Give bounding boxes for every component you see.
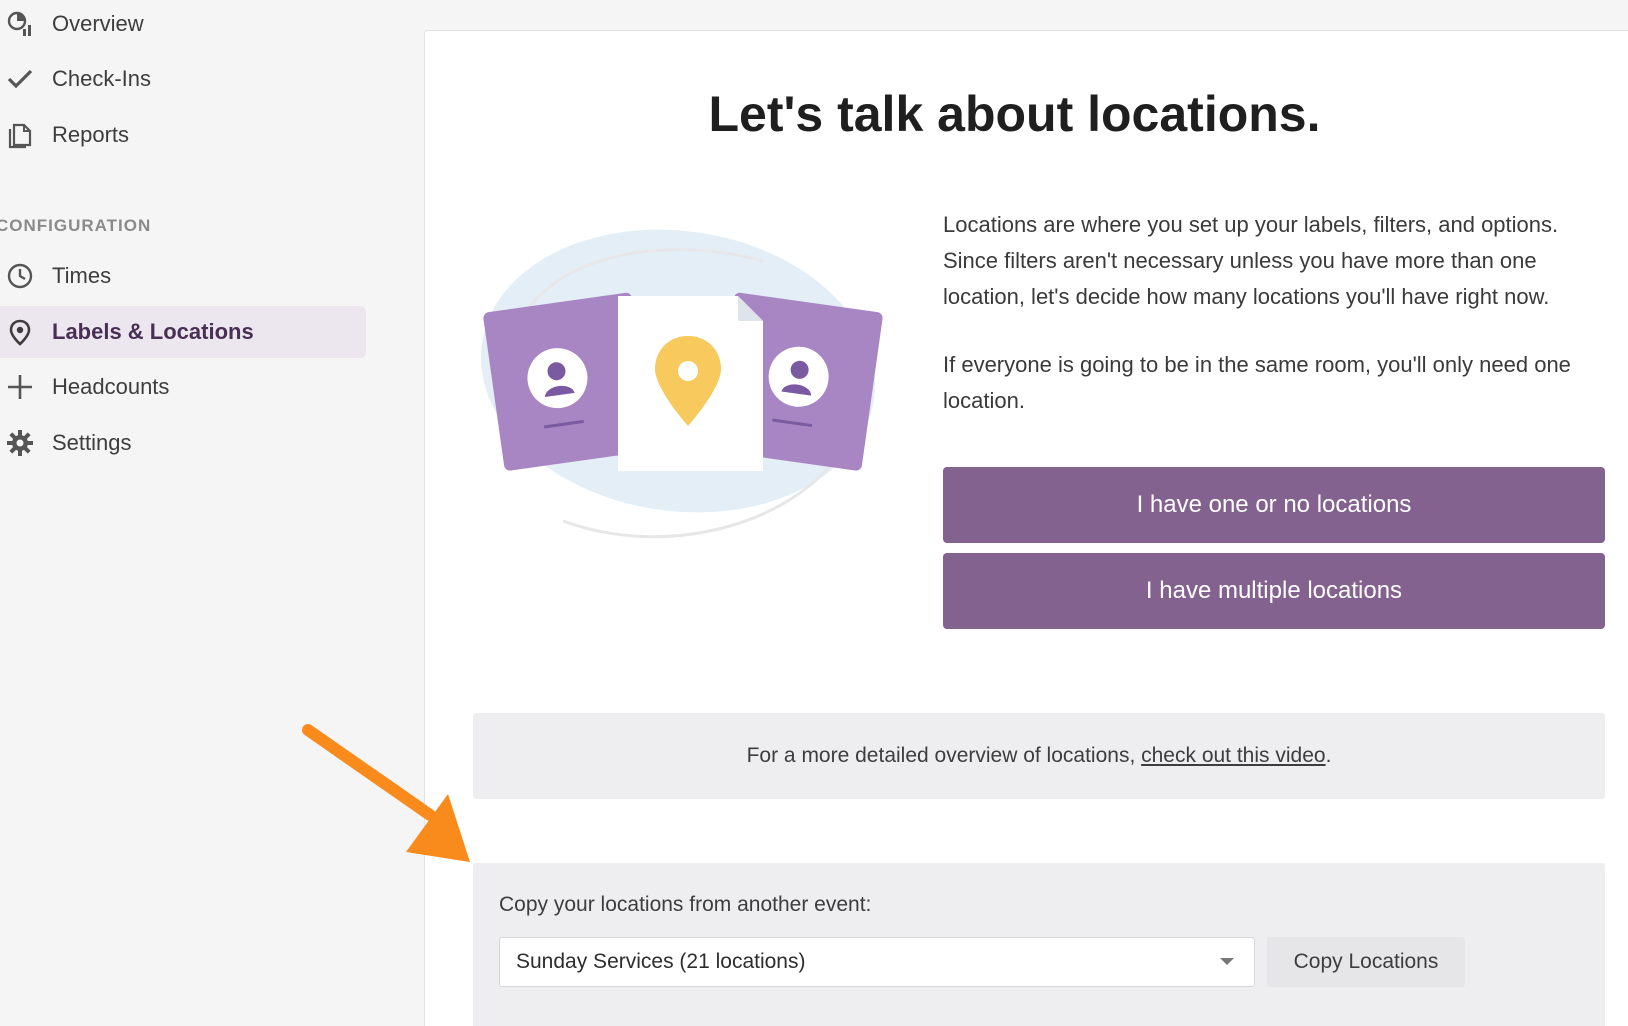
sidebar: Overview Check-Ins Reports CONFIGURATION… <box>0 0 410 1026</box>
locations-illustration-icon <box>480 229 883 539</box>
one-or-no-locations-button[interactable]: I have one or no locations <box>943 467 1605 543</box>
sidebar-item-label: Headcounts <box>52 374 170 399</box>
event-select-value: Sunday Services (21 locations) <box>516 950 806 973</box>
gear-icon <box>6 429 34 457</box>
event-select[interactable]: Sunday Services (21 locations) <box>499 937 1255 987</box>
info-text: For a more detailed overview of location… <box>746 744 1142 767</box>
main-panel: Let's talk about locations. Locations ar… <box>424 30 1628 1026</box>
video-link[interactable]: check out this video <box>1141 744 1325 768</box>
checkmark-icon <box>6 65 34 93</box>
sidebar-item-reports[interactable]: Reports <box>0 109 366 161</box>
plus-icon <box>6 373 34 401</box>
description-paragraph: Locations are where you set up your labe… <box>943 212 1559 309</box>
video-info-bar: For a more detailed overview of location… <box>473 713 1605 799</box>
sidebar-item-label: Settings <box>52 430 132 455</box>
annotation-arrow-icon <box>302 724 470 862</box>
multiple-locations-button[interactable]: I have multiple locations <box>943 553 1605 629</box>
description-paragraph: If everyone is going to be in the same r… <box>943 352 1571 413</box>
sidebar-item-check-ins[interactable]: Check-Ins <box>0 53 366 105</box>
description-text: Locations are where you set up your labe… <box>943 207 1603 419</box>
sidebar-item-times[interactable]: Times <box>0 250 366 302</box>
page-title: Let's talk about locations. <box>708 86 1321 142</box>
sidebar-item-label: Times <box>52 263 112 288</box>
copy-locations-label: Copy your locations from another event: <box>499 893 872 916</box>
location-pin-icon <box>6 318 34 346</box>
sidebar-item-labels-locations[interactable]: Labels & Locations <box>0 306 366 358</box>
sidebar-item-label: Labels & Locations <box>52 319 254 344</box>
sidebar-item-label: Overview <box>52 11 144 36</box>
section-label-configuration: CONFIGURATION <box>0 216 152 235</box>
overview-chart-icon <box>6 10 34 38</box>
sidebar-item-settings[interactable]: Settings <box>0 417 366 469</box>
sidebar-item-headcounts[interactable]: Headcounts <box>0 361 366 413</box>
sidebar-item-label: Reports <box>52 122 130 147</box>
reports-document-icon <box>6 121 34 149</box>
info-suffix: . <box>1325 744 1332 767</box>
sidebar-item-overview[interactable]: Overview <box>0 0 366 50</box>
clock-icon <box>6 262 34 290</box>
copy-locations-button[interactable]: Copy Locations <box>1267 937 1465 987</box>
copy-locations-panel: Copy your locations from another event: … <box>473 863 1605 1026</box>
chevron-down-icon <box>1220 958 1234 965</box>
sidebar-item-label: Check-Ins <box>52 66 152 91</box>
